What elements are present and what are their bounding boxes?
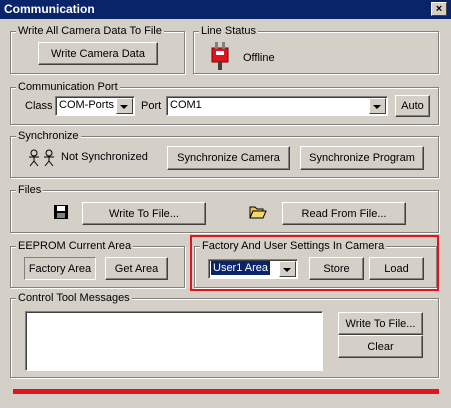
synchronize-camera-button[interactable]: Synchronize Camera — [167, 146, 290, 170]
port-label: Port — [141, 100, 162, 112]
line-status-text: Offline — [243, 52, 275, 64]
clear-button[interactable]: Clear — [338, 335, 423, 358]
messages-write-to-file-button[interactable]: Write To File... — [338, 312, 423, 335]
chevron-down-icon[interactable] — [369, 98, 386, 114]
write-all-legend: Write All Camera Data To File — [16, 25, 164, 38]
port-select[interactable]: COM1 — [166, 96, 388, 116]
highlight-box — [190, 235, 439, 291]
class-label: Class — [25, 100, 53, 112]
synchronize-program-button[interactable]: Synchronize Program — [300, 146, 424, 170]
status-bar — [13, 389, 439, 394]
chevron-down-icon[interactable] — [116, 98, 133, 114]
messages-legend: Control Tool Messages — [16, 292, 132, 305]
write-camera-data-button[interactable]: Write Camera Data — [38, 42, 158, 65]
line-status-legend: Line Status — [199, 25, 259, 38]
people-icon — [27, 149, 57, 167]
open-folder-icon — [249, 204, 267, 219]
floppy-disk-icon — [54, 205, 68, 219]
read-from-file-button[interactable]: Read From File... — [282, 202, 406, 225]
messages-textarea[interactable] — [25, 311, 323, 371]
write-to-file-button[interactable]: Write To File... — [82, 202, 206, 225]
plug-icon — [206, 40, 234, 72]
synchronize-legend: Synchronize — [16, 130, 81, 143]
comm-port-legend: Communication Port — [16, 81, 120, 94]
close-button[interactable]: × — [431, 2, 447, 16]
get-area-button[interactable]: Get Area — [105, 257, 168, 280]
class-select-value: COM-Ports — [59, 99, 114, 111]
eeprom-area-text: Factory Area — [28, 262, 92, 275]
sync-status-text: Not Synchronized — [61, 151, 148, 163]
eeprom-area-value: Factory Area — [24, 257, 96, 280]
class-select[interactable]: COM-Ports — [55, 96, 135, 116]
close-icon: × — [435, 3, 443, 15]
files-legend: Files — [16, 184, 44, 197]
auto-button[interactable]: Auto — [395, 95, 430, 117]
eeprom-legend: EEPROM Current Area — [16, 240, 134, 253]
port-select-value: COM1 — [170, 99, 202, 111]
window-title: Communication — [4, 2, 95, 16]
window-title-bar: Communication — [0, 0, 451, 19]
